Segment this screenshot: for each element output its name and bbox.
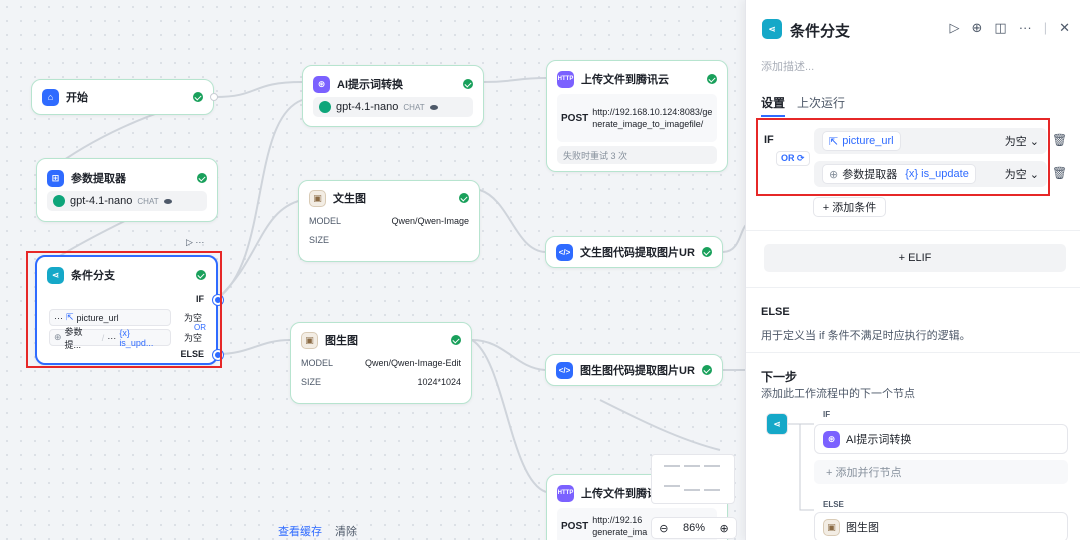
zoom-control[interactable]: ⊖ 86% ⊕ [651, 517, 737, 539]
ai-icon: ⊛ [313, 75, 330, 93]
properties-panel: ⋖ 条件分支 ▷ ⊕ ◫ ··· | ✕ 添加描述... 设置 上次运行 IF … [745, 0, 1080, 540]
next-step-title: 下一步 [761, 370, 798, 384]
next-if-label: IF [823, 410, 831, 419]
retry-setting: 失败时重试 3 次 [557, 146, 717, 164]
divider: | [1043, 20, 1048, 35]
request-url: http://192.168.10.124:8083/generate_imag… [592, 107, 713, 129]
node-parameter-extractor[interactable]: ⊞ 参数提取器 gpt-4.1-nano CHAT [36, 158, 218, 222]
eye-icon [429, 104, 438, 110]
http-method: POST [561, 112, 589, 124]
node-title: AI提示词转换 [337, 79, 403, 91]
success-check-icon [193, 92, 203, 102]
request-box: POST http://192.168.10.124:8083/generate… [557, 94, 717, 142]
highlight-box [26, 251, 222, 368]
minimap[interactable] [651, 454, 735, 504]
model-tag: CHAT [403, 102, 425, 112]
zoom-out-icon[interactable]: ⊖ [659, 522, 668, 535]
model-tag: CHAT [137, 196, 159, 206]
ai-icon: ⊛ [823, 430, 840, 448]
code-icon: </> [556, 361, 573, 379]
model-chip: gpt-4.1-nano CHAT [47, 191, 207, 211]
delete-icon[interactable]: 🗑 [1052, 166, 1067, 180]
description-input[interactable]: 添加描述... [761, 58, 814, 74]
success-check-icon [451, 335, 461, 345]
node-title: 参数提取器 [71, 173, 126, 185]
model-chip: gpt-4.1-nano CHAT [313, 97, 473, 117]
success-check-icon [463, 79, 473, 89]
tab-last-run[interactable]: 上次运行 [797, 94, 845, 117]
branch-icon: ⋖ [762, 19, 782, 39]
panel-toolbar: ▷ ⊕ ◫ ··· | ✕ [950, 20, 1071, 36]
model-name: gpt-4.1-nano [336, 101, 399, 113]
eye-icon [163, 198, 172, 204]
clear-link[interactable]: 清除 [335, 523, 357, 539]
next-node-ai-prompt[interactable]: ⊛ AI提示词转换 [814, 424, 1068, 454]
image-icon: ▣ [823, 518, 840, 536]
node-title: 图生图代码提取图片URL [580, 365, 695, 377]
node-title: 文生图 [333, 193, 366, 205]
add-parallel-node-button[interactable]: + 添加并行节点 [814, 460, 1068, 484]
else-title: ELSE [761, 306, 790, 318]
else-description: 用于定义当 if 条件不满足时应执行的逻辑。 [761, 330, 971, 342]
output-handle[interactable] [210, 93, 218, 101]
divider [746, 287, 1080, 288]
image-icon: ▣ [309, 189, 326, 207]
node-ai-prompt[interactable]: ⊛ AI提示词转换 gpt-4.1-nano CHAT [302, 65, 484, 127]
play-icon[interactable]: ▷ [950, 20, 960, 36]
openai-icon [319, 101, 331, 113]
request-url: http://192.16 generate_ima [592, 515, 648, 537]
highlight-box [756, 118, 1050, 196]
http-icon: HTTP [557, 70, 574, 88]
node-title: 开始 [66, 92, 88, 104]
node-mini-toolbar[interactable]: ▷ ··· [186, 237, 204, 248]
panel-title: 条件分支 [790, 23, 851, 40]
node-code-image-to-image[interactable]: </> 图生图代码提取图片URL [545, 354, 723, 386]
divider [746, 352, 1080, 353]
home-icon: ⌂ [42, 88, 59, 106]
zoom-level: 86% [682, 522, 705, 534]
node-start[interactable]: ⌂ 开始 [31, 79, 218, 115]
branch-lines [788, 423, 814, 511]
image-icon: ▣ [301, 331, 318, 349]
success-check-icon [707, 74, 717, 84]
add-condition-button[interactable]: + 添加条件 [813, 197, 886, 217]
next-step-description: 添加此工作流程中的下一个节点 [761, 388, 915, 400]
node-image-to-image[interactable]: ▣ 图生图 MODEL Qwen/Qwen-Image-Edit SIZE 1024… [290, 322, 472, 404]
model-name: gpt-4.1-nano [70, 195, 133, 207]
http-icon: HTTP [557, 484, 574, 502]
debug-icon[interactable]: ⊕ [972, 20, 983, 36]
more-icon[interactable]: ··· [1019, 20, 1032, 36]
view-cache-link[interactable]: 查看缓存 [278, 523, 322, 539]
model-row: MODEL Qwen/Qwen-Image [309, 215, 469, 226]
delete-icon[interactable]: 🗑 [1052, 133, 1067, 147]
node-title: 上传文件到腾讯云 [581, 74, 669, 86]
tab-settings[interactable]: 设置 [761, 94, 786, 117]
size-row: SIZE [309, 234, 330, 245]
branch-icon: ⋖ [766, 413, 788, 435]
node-text-to-image[interactable]: ▣ 文生图 MODEL Qwen/Qwen-Image SIZE [298, 180, 480, 262]
node-code-text-to-image[interactable]: </> 文生图代码提取图片URL [545, 236, 723, 268]
param-icon: ⊞ [47, 169, 64, 187]
success-check-icon [702, 247, 712, 257]
success-check-icon [197, 173, 207, 183]
node-upload-tencent[interactable]: HTTP 上传文件到腾讯云 POST http://192.168.10.124… [546, 60, 728, 172]
panel-tabs: 设置 上次运行 [761, 94, 845, 117]
next-node-image-to-image[interactable]: ▣ 图生图 [814, 512, 1068, 540]
model-row: MODEL Qwen/Qwen-Image-Edit [301, 357, 461, 368]
node-title: 图生图 [325, 335, 358, 347]
layout-icon[interactable]: ◫ [994, 20, 1006, 36]
next-else-label: ELSE [823, 500, 844, 509]
success-check-icon [459, 193, 469, 203]
close-icon[interactable]: ✕ [1059, 20, 1070, 36]
success-check-icon [702, 365, 712, 375]
size-row: SIZE 1024*1024 [301, 376, 461, 387]
code-icon: </> [556, 243, 573, 261]
add-elif-button[interactable]: + ELIF [764, 244, 1066, 272]
zoom-in-icon[interactable]: ⊕ [720, 522, 729, 535]
openai-icon [53, 195, 65, 207]
divider [746, 230, 1080, 231]
http-method: POST [561, 520, 589, 532]
node-title: 文生图代码提取图片URL [580, 247, 695, 259]
